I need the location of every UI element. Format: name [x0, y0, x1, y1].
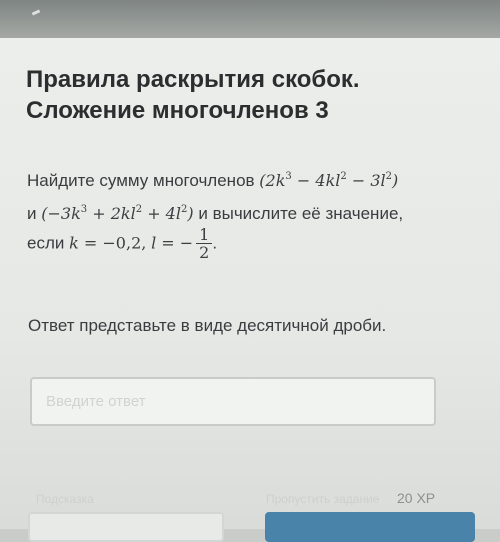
top-bar-mark [31, 9, 41, 16]
l-value: l = − [151, 233, 194, 253]
task-end-punct: . [212, 233, 218, 253]
answer-format-note: Ответ представьте в виде десятичной дроб… [28, 316, 387, 335]
task-line-3: если k = −0,2, l = −1 2. [27, 226, 217, 261]
top-bar [0, 0, 500, 40]
task-line-2: и (−3k3 + 2kl2 + 4l2) и вычислите её зна… [27, 203, 403, 225]
task-line3-text: если [27, 233, 65, 253]
lesson-title-line1: Правила раскрытия скобок. [26, 66, 360, 93]
xp-reward: 20 XP [397, 490, 436, 506]
skip-link[interactable]: Пропустить задание [266, 492, 379, 506]
l-fraction: 12 [196, 226, 213, 262]
task-line2-prefix: и [27, 204, 37, 223]
task-line1-text: Найдите сумму многочленов [27, 171, 255, 190]
answer-input[interactable] [30, 377, 436, 426]
polynomial-1: (2k3 − 4kl2 − 3l2) [259, 171, 399, 190]
check-answer-button[interactable] [265, 512, 475, 542]
task-line2-text: и вычислите её значение, [198, 204, 404, 223]
polynomial-2: (−3k3 + 2kl2 + 4l2) [41, 204, 194, 223]
k-value: k = −0,2, [69, 233, 147, 253]
lesson-title: Правила раскрытия скобок. Сложение много… [26, 64, 466, 126]
lesson-title-line2: Сложение многочленов 3 [26, 97, 329, 124]
hint-link[interactable]: Подсказка [36, 492, 94, 506]
secondary-button[interactable] [28, 512, 224, 542]
fraction-denominator: 2 [199, 243, 210, 262]
task-line-1: Найдите сумму многочленов (2k3 − 4kl2 − … [27, 170, 398, 192]
fraction-numerator: 1 [196, 226, 213, 244]
